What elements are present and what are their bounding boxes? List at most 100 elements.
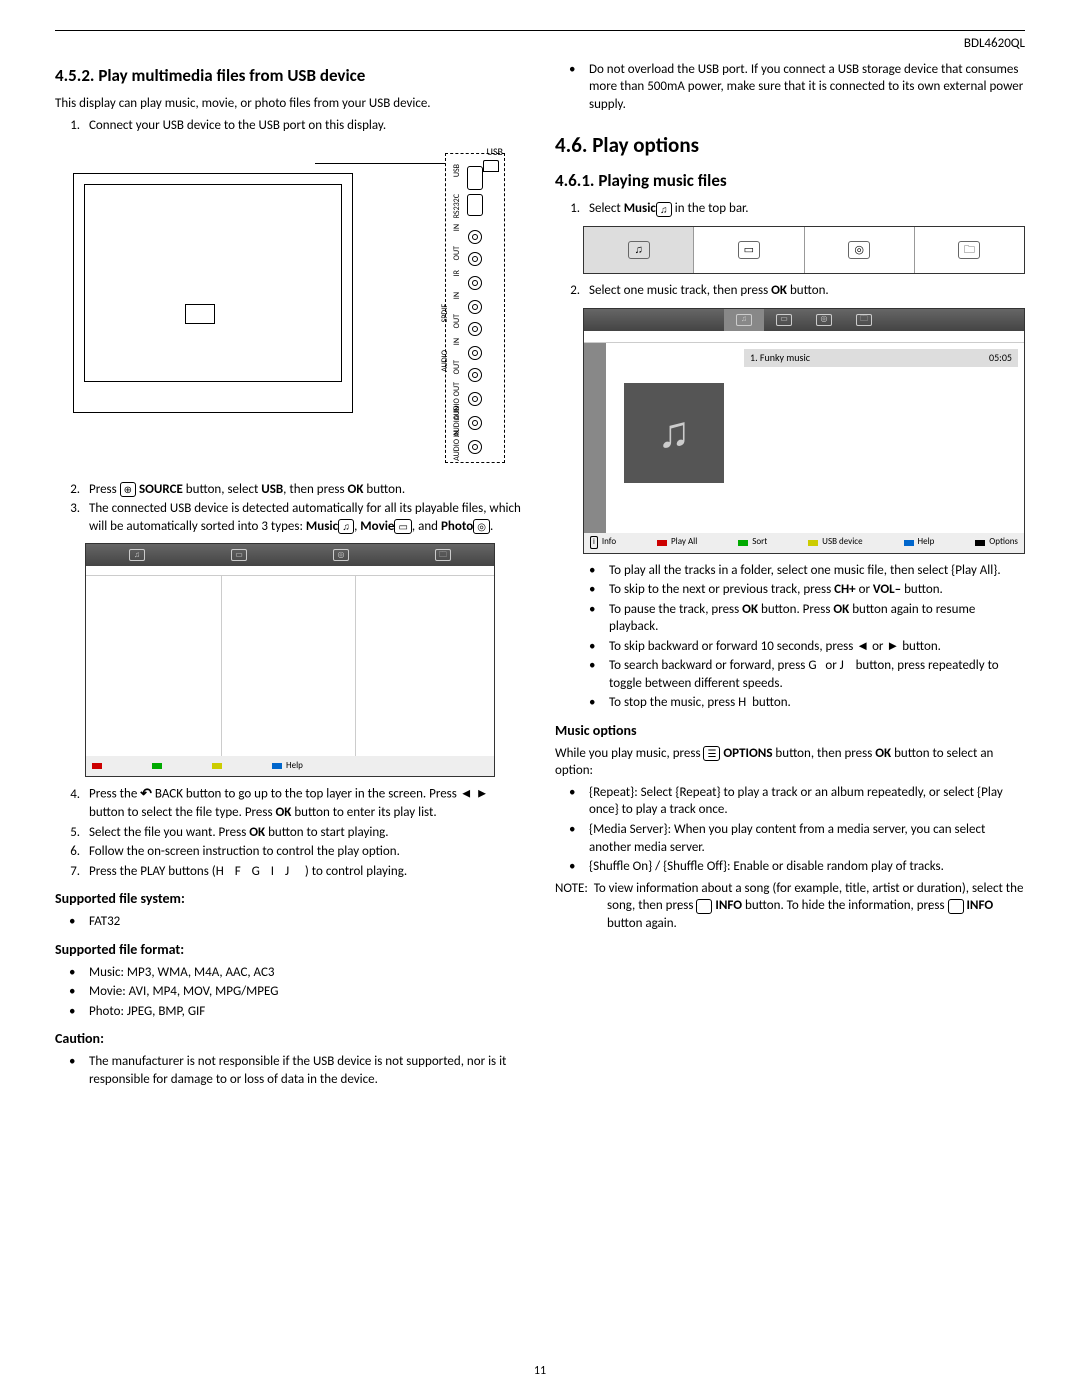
tab-photo-icon: ◎ (333, 549, 349, 561)
b6h: H (738, 695, 746, 710)
b5a: To search backward or forward, press (609, 658, 808, 673)
mop-b: OPTIONS (720, 746, 772, 761)
tab-photo-ic: ◎ (848, 241, 870, 259)
step2-text-g: button. (363, 482, 405, 497)
source-icon: ⊕ (120, 482, 136, 497)
steps-list-2: Press ⊕ SOURCE button, select USB, then … (55, 481, 525, 536)
note-info2: INFO (964, 898, 994, 913)
tab-folder-ic: 🗀 (958, 241, 980, 259)
tip-skip10: To skip backward or forward 10 seconds, … (603, 638, 1025, 656)
playlist-footer: iInfo Play All Sort USB device Help Opti… (584, 533, 1024, 553)
ff-photo-label: Photo (89, 1004, 120, 1019)
overload-item: Do not overload the USB port. If you con… (583, 61, 1025, 114)
step3-period: . (490, 519, 493, 534)
step5-c: button to start playing. (265, 825, 388, 840)
music-steps-1: Select Music♫ in the top bar. (555, 200, 1025, 218)
note-e: button again. (607, 916, 677, 931)
foot-sort: Sort (738, 536, 767, 548)
fs-fat32: FAT32 (83, 913, 525, 931)
step-7: Press the PLAY buttons (H F G I J ) to c… (83, 863, 525, 881)
steps-list-1: Connect your USB device to the USB port … (55, 117, 525, 135)
port-label-audioin2: AUDIO IN (452, 430, 470, 461)
b6a: To stop the music, press (609, 695, 738, 710)
opt-media-server: {Media Server}: When you play content fr… (583, 821, 1025, 856)
overload-list: Do not overload the USB port. If you con… (555, 61, 1025, 114)
b2e: button. (901, 582, 943, 597)
port-label-in2: IN (452, 292, 470, 299)
ff-photo: Photo: JPEG, BMP, GIF (83, 1003, 525, 1021)
jack-4 (468, 318, 482, 340)
b3d: OK (833, 602, 849, 617)
heading-supported-file-format: Supported file format: (55, 941, 525, 960)
ff-movie: Movie: AVI, MP4, MOV, MPG/MPEG (83, 983, 525, 1001)
note-label: NOTE: (555, 881, 588, 896)
tip-playall: To play all the tracks in a folder, sele… (603, 562, 1025, 580)
info-icon-2: i (948, 899, 964, 914)
heading-4-5-2: 4.5.2. Play multimedia files from USB de… (55, 65, 525, 88)
note-info1: INFO (712, 898, 742, 913)
port-label-spdif: SPDIF (440, 304, 458, 322)
heading-supported-file-system: Supported file system: (55, 890, 525, 909)
b2a: To skip to the next or previous track, p… (609, 582, 834, 597)
music-icon: ♫ (338, 519, 354, 534)
b5or: or (822, 658, 839, 673)
pl-subheader (584, 331, 1024, 343)
step7-b: ) to control playing. (305, 864, 407, 879)
jack-1 (468, 226, 482, 248)
step3-music: Music (306, 519, 338, 534)
port-label-ir: IR (452, 270, 470, 276)
ff-music-label: Music (89, 965, 121, 980)
b1b: Play All (955, 563, 993, 578)
step4-ok: OK (276, 805, 292, 820)
music-icon-2: ♫ (656, 202, 672, 217)
step-3: The connected USB device is detected aut… (83, 500, 525, 535)
port-label-usb: USB (452, 164, 470, 177)
port-label-in3: IN (452, 338, 470, 345)
port-panel: USB RS232C IN OUT IR IN OUT SPDIF IN OUT… (445, 153, 505, 463)
file-browser-figure: ♫ ▭ ◎ 🗀 Help (85, 543, 495, 777)
heading-caution: Caution: (55, 1030, 525, 1049)
caution-item: The manufacturer is not responsible if t… (83, 1053, 525, 1088)
ff-photo-vals: : JPEG, BMP, GIF (120, 1004, 205, 1019)
port-label-rs232c: RS232C (452, 194, 470, 218)
album-art-placeholder: ♫ (624, 383, 724, 483)
b5g: G (808, 658, 816, 673)
jack-8 (468, 412, 482, 434)
step3-movie: Movie (360, 519, 394, 534)
tab-music-icon: ♫ (129, 549, 145, 561)
foot-options: Options (975, 536, 1018, 548)
footer-help: Help (286, 760, 303, 772)
port-label-out1: OUT (452, 246, 470, 260)
mop-d: OK (875, 746, 891, 761)
track-duration: 05:05 (989, 351, 1012, 365)
step-4: Press the ↶ BACK button to go up to the … (83, 785, 525, 821)
step4-c: button to select the file type. Press (89, 805, 276, 820)
tip-stop: To stop the music, press H button. (603, 694, 1025, 712)
monitor-back-outline (73, 173, 353, 413)
ms1-music: Music (624, 201, 656, 216)
top-bar-figure: ♫ ▭ ◎ 🗀 (583, 226, 1025, 274)
step4-e: button to enter its play list. (291, 805, 436, 820)
step2-ok: OK (348, 482, 364, 497)
step3-and: , and (412, 519, 441, 534)
browser-footer: Help (86, 756, 494, 776)
file-system-list: FAT32 (55, 913, 525, 931)
step4-b: BACK button to go up to the top layer in… (152, 787, 460, 802)
playlist-body: ♫ 1. Funky music 05:05 (584, 343, 1024, 533)
pl-sidebar (584, 343, 606, 533)
right-column: Do not overload the USB port. If you con… (555, 59, 1025, 1091)
opt-shuffle: {Shuffle On} / {Shuffle Off}: Enable or … (583, 858, 1025, 876)
foot-playall: Play All (657, 536, 697, 548)
tab-movie-icon: ▭ (231, 549, 247, 561)
note-c: button. To hide the information, press (742, 898, 947, 913)
model-number: BDL4620QL (55, 35, 1025, 53)
jack-9 (468, 436, 482, 458)
step2-text-a: Press (89, 482, 120, 497)
step-1: Connect your USB device to the USB port … (83, 117, 525, 135)
ms2-a: Select one music track, then press (589, 283, 771, 298)
b3b: OK (742, 602, 758, 617)
page-number: 11 (0, 1363, 1080, 1379)
step-2: Press ⊕ SOURCE button, select USB, then … (83, 481, 525, 499)
heading-4-6: 4.6. Play options (555, 131, 1025, 159)
jack-2 (468, 248, 482, 270)
